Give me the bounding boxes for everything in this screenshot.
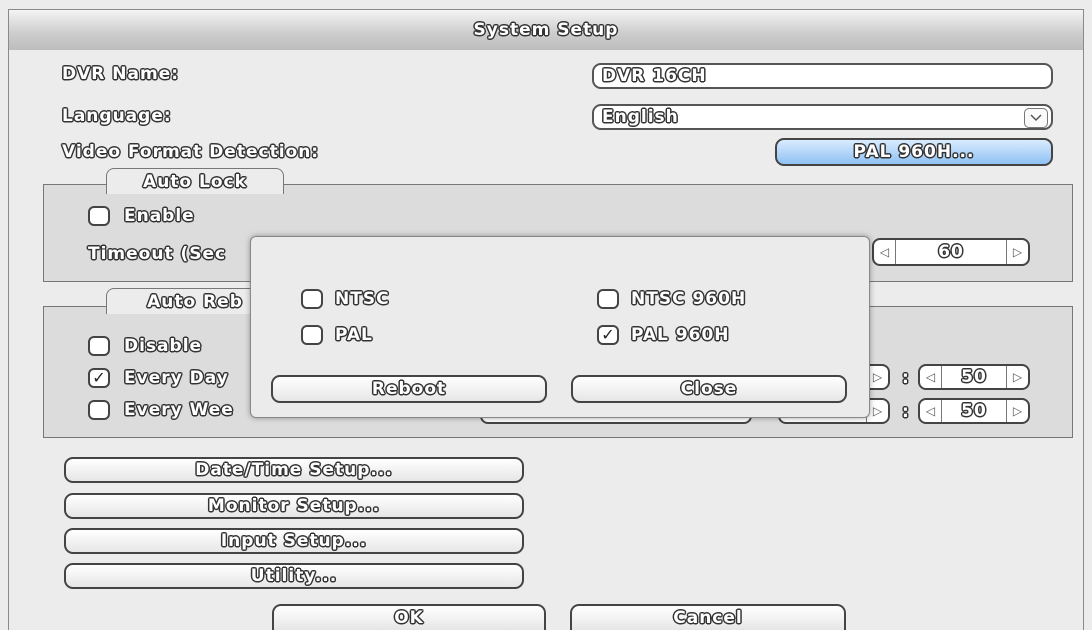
pal-checkbox[interactable]: [301, 325, 323, 345]
auto-lock-enable-checkbox[interactable]: [88, 206, 110, 226]
auto-reboot-title: Auto Reb: [147, 291, 243, 312]
utility-label: Utility...: [250, 566, 338, 586]
right-arrow-icon[interactable]: ▷: [1005, 366, 1028, 388]
monitor-setup-label: Monitor Setup...: [207, 496, 381, 516]
time-separator: :: [902, 402, 910, 422]
pal-label: PAL: [335, 325, 373, 345]
every-day-checkbox[interactable]: ✓: [88, 368, 110, 388]
every-day-label: Every Day: [124, 368, 229, 388]
timeout-spinner[interactable]: ◁ 60 ▷: [872, 238, 1030, 266]
left-arrow-icon[interactable]: ◁: [874, 240, 896, 264]
dvr-name-label: DVR Name:: [62, 64, 180, 84]
timeout-label: Timeout (Sec: [88, 244, 227, 264]
auto-lock-tab: Auto Lock: [106, 168, 284, 194]
timeout-value: 60: [938, 242, 964, 262]
close-button[interactable]: Close: [571, 375, 847, 403]
right-arrow-icon[interactable]: ▷: [1005, 400, 1028, 422]
cancel-label: Cancel: [673, 608, 743, 628]
window-title: System Setup: [473, 20, 619, 40]
auto-lock-title: Auto Lock: [143, 171, 247, 192]
chevron-down-icon[interactable]: [1024, 108, 1048, 128]
language-label: Language:: [62, 106, 172, 126]
every-week-label: Every Wee: [124, 400, 234, 420]
disable-label: Disable: [124, 336, 203, 356]
ntsc-label: NTSC: [335, 289, 390, 309]
every-week-checkbox[interactable]: [88, 400, 110, 420]
monitor-setup-button[interactable]: Monitor Setup...: [64, 493, 524, 519]
input-setup-label: Input Setup...: [220, 531, 368, 551]
cancel-button[interactable]: Cancel: [570, 604, 846, 630]
close-label: Close: [680, 379, 738, 399]
day-minute-value: 50: [961, 367, 987, 387]
right-arrow-icon[interactable]: ▷: [1005, 240, 1028, 264]
video-format-button-label: PAL 960H...: [853, 142, 975, 162]
pal-960h-checkbox[interactable]: ✓: [597, 325, 619, 345]
ntsc-checkbox[interactable]: [301, 289, 323, 309]
left-arrow-icon[interactable]: ◁: [920, 400, 942, 422]
week-minute-value: 50: [961, 401, 987, 421]
datetime-setup-label: Date/Time Setup...: [195, 460, 393, 480]
language-select[interactable]: English: [592, 104, 1053, 130]
reboot-button[interactable]: Reboot: [271, 375, 547, 403]
video-format-button[interactable]: PAL 960H...: [775, 138, 1053, 166]
ntsc-960h-label: NTSC 960H: [631, 289, 747, 309]
ok-label: OK: [394, 608, 424, 628]
language-value: English: [602, 107, 679, 127]
time-separator: :: [902, 368, 910, 388]
pal-960h-label: PAL 960H: [631, 325, 730, 345]
reboot-label: Reboot: [371, 379, 447, 399]
check-icon: ✓: [92, 368, 106, 387]
video-format-dialog: NTSC NTSC 960H PAL ✓ PAL 960H Reboot Clo…: [250, 236, 870, 418]
ntsc-960h-checkbox[interactable]: [597, 289, 619, 309]
day-minute-spinner[interactable]: ◁ 50 ▷: [918, 364, 1030, 390]
input-setup-button[interactable]: Input Setup...: [64, 528, 524, 554]
utility-button[interactable]: Utility...: [64, 563, 524, 589]
auto-lock-enable-label: Enable: [124, 206, 195, 226]
video-format-label: Video Format Detection:: [62, 142, 320, 162]
left-arrow-icon[interactable]: ◁: [920, 366, 942, 388]
dvr-name-value: DVR 16CH: [602, 66, 707, 86]
dvr-name-field[interactable]: DVR 16CH: [592, 63, 1053, 89]
disable-checkbox[interactable]: [88, 336, 110, 356]
title-bar: System Setup: [8, 9, 1084, 51]
ok-button[interactable]: OK: [272, 604, 546, 630]
week-minute-spinner[interactable]: ◁ 50 ▷: [918, 398, 1030, 424]
datetime-setup-button[interactable]: Date/Time Setup...: [64, 457, 524, 483]
check-icon: ✓: [601, 325, 615, 344]
